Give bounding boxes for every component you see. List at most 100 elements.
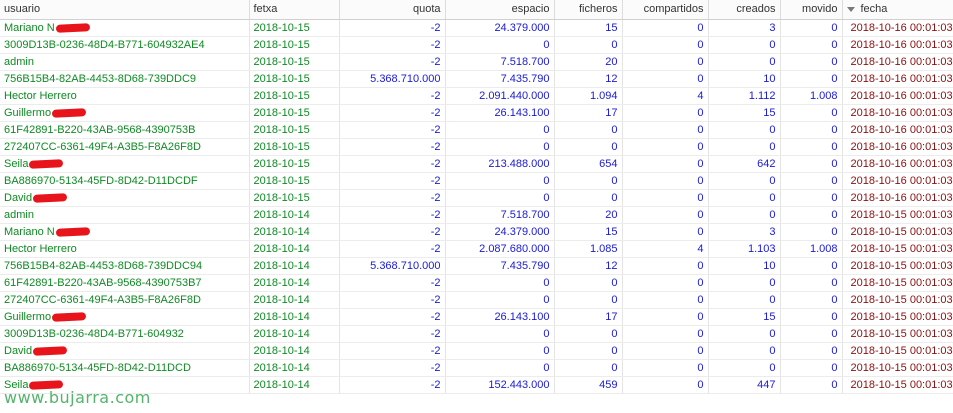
cell-movido[interactable]: 0 <box>780 189 843 207</box>
cell-quota[interactable]: -2 <box>339 240 446 258</box>
table-row[interactable]: Seila 2018-10-15 -2 213.488.000 654 0 642 0 2018… <box>0 155 953 173</box>
cell-usuario[interactable]: 272407CC-6361-49F4-A3B5-F8A26F8D <box>0 138 250 156</box>
cell-usuario[interactable]: Mariano N <box>0 223 250 241</box>
cell-creados[interactable]: 15 <box>708 308 781 326</box>
cell-compartidos[interactable]: 0 <box>622 376 709 394</box>
cell-ficheros[interactable]: 0 <box>554 274 623 292</box>
cell-quota[interactable]: -2 <box>339 138 446 156</box>
cell-fecha[interactable]: 2018-10-16 00:01:03 <box>842 53 953 71</box>
cell-movido[interactable]: 1.008 <box>780 87 843 105</box>
table-row[interactable]: Guillermo 2018-10-15 -2 26.143.100 17 0 15 0 201… <box>0 104 953 122</box>
cell-usuario[interactable]: 756B15B4-82AB-4453-8D68-739DDC94 <box>0 257 250 275</box>
cell-quota[interactable]: -2 <box>339 87 446 105</box>
cell-fecha[interactable]: 2018-10-15 00:01:03 <box>842 223 953 241</box>
cell-movido[interactable]: 0 <box>780 172 843 190</box>
cell-fetxa[interactable]: 2018-10-15 <box>249 104 340 122</box>
cell-fetxa[interactable]: 2018-10-14 <box>249 223 340 241</box>
cell-fecha[interactable]: 2018-10-16 00:01:03 <box>842 121 953 139</box>
cell-movido[interactable]: 0 <box>780 376 843 394</box>
cell-quota[interactable]: 5.368.710.000 <box>339 70 446 88</box>
cell-compartidos[interactable]: 0 <box>622 342 709 360</box>
cell-creados[interactable]: 0 <box>708 189 781 207</box>
cell-movido[interactable]: 0 <box>780 257 843 275</box>
cell-quota[interactable]: -2 <box>339 376 446 394</box>
cell-ficheros[interactable]: 20 <box>554 53 623 71</box>
cell-creados[interactable]: 0 <box>708 342 781 360</box>
cell-creados[interactable]: 1.112 <box>708 87 781 105</box>
table-row[interactable]: BA886970-5134-45FD-8D42-D11DCDF 2018-10-1… <box>0 172 953 190</box>
cell-espacio[interactable]: 0 <box>445 359 555 377</box>
cell-fetxa[interactable]: 2018-10-15 <box>249 70 340 88</box>
table-row[interactable]: 756B15B4-82AB-4453-8D68-739DDC94 2018-10-… <box>0 257 953 275</box>
cell-ficheros[interactable]: 0 <box>554 172 623 190</box>
cell-ficheros[interactable]: 0 <box>554 189 623 207</box>
table-row[interactable]: admin 2018-10-14 -2 7.518.700 20 0 0 0 2018-10-1… <box>0 206 953 224</box>
cell-espacio[interactable]: 7.435.790 <box>445 70 555 88</box>
cell-compartidos[interactable]: 0 <box>622 36 709 54</box>
cell-quota[interactable]: -2 <box>339 325 446 343</box>
cell-espacio[interactable]: 26.143.100 <box>445 104 555 122</box>
cell-fetxa[interactable]: 2018-10-15 <box>249 172 340 190</box>
cell-movido[interactable]: 0 <box>780 121 843 139</box>
cell-fecha[interactable]: 2018-10-15 00:01:03 <box>842 342 953 360</box>
cell-usuario[interactable]: Mariano N <box>0 19 250 37</box>
cell-fetxa[interactable]: 2018-10-14 <box>249 206 340 224</box>
col-header-espacio[interactable]: espacio <box>445 0 555 20</box>
col-header-compartidos[interactable]: compartidos <box>622 0 709 20</box>
cell-compartidos[interactable]: 0 <box>622 257 709 275</box>
cell-usuario[interactable]: David <box>0 189 250 207</box>
cell-espacio[interactable]: 24.379.000 <box>445 223 555 241</box>
cell-creados[interactable]: 0 <box>708 138 781 156</box>
cell-creados[interactable]: 10 <box>708 70 781 88</box>
col-header-ficheros[interactable]: ficheros <box>554 0 623 20</box>
cell-compartidos[interactable]: 0 <box>622 223 709 241</box>
cell-ficheros[interactable]: 12 <box>554 257 623 275</box>
cell-movido[interactable]: 0 <box>780 155 843 173</box>
cell-movido[interactable]: 0 <box>780 19 843 37</box>
table-row[interactable]: David 2018-10-15 -2 0 0 0 0 0 2018-10-16 00:01:0… <box>0 189 953 207</box>
cell-compartidos[interactable]: 4 <box>622 240 709 258</box>
cell-creados[interactable]: 0 <box>708 291 781 309</box>
cell-compartidos[interactable]: 0 <box>622 325 709 343</box>
cell-movido[interactable]: 0 <box>780 308 843 326</box>
cell-compartidos[interactable]: 0 <box>622 53 709 71</box>
cell-movido[interactable]: 0 <box>780 223 843 241</box>
cell-movido[interactable]: 0 <box>780 104 843 122</box>
cell-movido[interactable]: 0 <box>780 274 843 292</box>
cell-espacio[interactable]: 0 <box>445 342 555 360</box>
cell-usuario[interactable]: Seila <box>0 376 250 394</box>
cell-fecha[interactable]: 2018-10-16 00:01:03 <box>842 172 953 190</box>
cell-creados[interactable]: 0 <box>708 206 781 224</box>
table-row[interactable]: 272407CC-6361-49F4-A3B5-F8A26F8D 2018-10-… <box>0 138 953 156</box>
cell-compartidos[interactable]: 0 <box>622 138 709 156</box>
cell-ficheros[interactable]: 0 <box>554 36 623 54</box>
cell-creados[interactable]: 642 <box>708 155 781 173</box>
cell-ficheros[interactable]: 15 <box>554 19 623 37</box>
cell-espacio[interactable]: 2.091.440.000 <box>445 87 555 105</box>
cell-compartidos[interactable]: 4 <box>622 87 709 105</box>
cell-quota[interactable]: -2 <box>339 172 446 190</box>
cell-movido[interactable]: 0 <box>780 36 843 54</box>
cell-compartidos[interactable]: 0 <box>622 189 709 207</box>
cell-ficheros[interactable]: 15 <box>554 223 623 241</box>
cell-movido[interactable]: 0 <box>780 291 843 309</box>
cell-espacio[interactable]: 0 <box>445 325 555 343</box>
table-row[interactable]: 61F42891-B220-43AB-9568-4390753B7 2018-10… <box>0 274 953 292</box>
cell-creados[interactable]: 15 <box>708 104 781 122</box>
cell-espacio[interactable]: 7.518.700 <box>445 206 555 224</box>
cell-espacio[interactable]: 0 <box>445 36 555 54</box>
cell-fetxa[interactable]: 2018-10-15 <box>249 19 340 37</box>
cell-ficheros[interactable]: 654 <box>554 155 623 173</box>
col-header-fecha[interactable]: fecha <box>842 0 953 20</box>
cell-quota[interactable]: -2 <box>339 19 446 37</box>
cell-espacio[interactable]: 0 <box>445 189 555 207</box>
cell-espacio[interactable]: 7.518.700 <box>445 53 555 71</box>
cell-fetxa[interactable]: 2018-10-14 <box>249 274 340 292</box>
cell-fetxa[interactable]: 2018-10-15 <box>249 87 340 105</box>
cell-ficheros[interactable]: 0 <box>554 138 623 156</box>
cell-compartidos[interactable]: 0 <box>622 274 709 292</box>
cell-movido[interactable]: 0 <box>780 342 843 360</box>
cell-usuario[interactable]: David <box>0 342 250 360</box>
cell-usuario[interactable]: Hector Herrero <box>0 240 250 258</box>
cell-ficheros[interactable]: 1.094 <box>554 87 623 105</box>
